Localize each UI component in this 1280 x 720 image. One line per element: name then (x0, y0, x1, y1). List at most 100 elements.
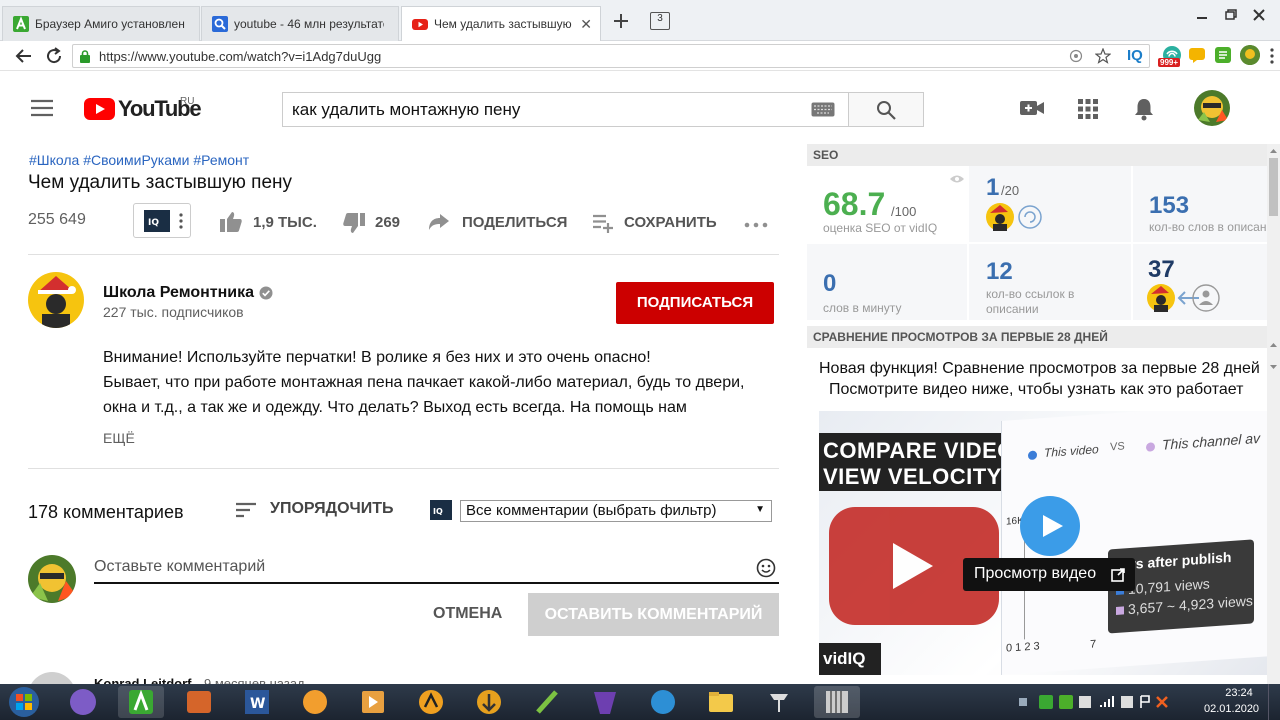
sort-comments-button[interactable]: УПОРЯДОЧИТЬ (270, 500, 394, 518)
subscribe-button[interactable]: ПОДПИСАТЬСЯ (616, 282, 774, 324)
url-field[interactable]: https://www.youtube.com/watch?v=i1Adg7du… (72, 44, 1150, 68)
play-icon (1043, 515, 1063, 537)
watch-video-button[interactable]: Просмотр видео (963, 558, 1135, 591)
compare-users-icon[interactable] (1177, 283, 1221, 313)
hamburger-menu-icon[interactable] (30, 99, 54, 117)
show-more-button[interactable]: ЕЩЁ (103, 430, 135, 446)
channel-avatar[interactable] (28, 272, 84, 328)
minimize-window-icon[interactable] (1195, 8, 1209, 22)
wifi-extension-icon[interactable]: 999+ (1158, 44, 1184, 68)
description-words-value: 153 (1149, 192, 1190, 219)
start-button[interactable] (6, 685, 42, 719)
refresh-rank-icon[interactable] (1017, 204, 1043, 230)
play-button[interactable] (1020, 496, 1080, 556)
promo-video-player[interactable]: COMPARE VIDEO VIEW VELOCITY This video V… (819, 411, 1267, 675)
page-scrollbar[interactable] (1267, 144, 1280, 684)
channel-name[interactable]: Школа Ремонтника (103, 284, 254, 302)
sort-icon[interactable] (235, 502, 257, 518)
viber-taskbar-icon[interactable] (60, 686, 106, 718)
commenter-avatar[interactable] (28, 672, 76, 684)
archive-taskbar-icon[interactable] (814, 686, 860, 718)
file-explorer-taskbar-icon[interactable] (698, 686, 744, 718)
bookmark-star-icon[interactable] (1095, 48, 1111, 64)
tab-counter-icon[interactable]: 3 (650, 12, 670, 30)
like-count[interactable]: 1,9 ТЫС. (253, 214, 317, 231)
play-triangle-icon (893, 543, 933, 589)
first-comment-header: Konrad Leitdorf 9 месяцев назад (94, 676, 305, 684)
create-video-icon[interactable] (1019, 98, 1045, 118)
rank-cell: 1 /20 (969, 166, 1131, 242)
rank-value: 1 (986, 174, 1000, 201)
tab-youtube-search[interactable]: youtube - 46 млн результатов (201, 6, 399, 41)
youtube-header: YouTube RU как удалить монтажную пену (0, 72, 1280, 144)
vidiq-video-button[interactable]: IQ (133, 203, 191, 238)
paint-taskbar-icon[interactable] (524, 686, 570, 718)
media-player-taskbar-icon[interactable] (350, 686, 396, 718)
youtube-region-label: RU (180, 96, 195, 107)
dislike-count[interactable]: 269 (375, 214, 400, 231)
tanks-game-taskbar-icon[interactable] (756, 686, 802, 718)
cancel-comment-button[interactable]: ОТМЕНА (433, 605, 502, 623)
description-links-label: кол-во ссылок в (986, 287, 1075, 301)
eye-icon[interactable] (949, 174, 965, 184)
amigo-taskbar-icon[interactable] (118, 686, 164, 718)
profile-avatar-small[interactable] (1240, 45, 1260, 65)
save-button[interactable]: СОХРАНИТЬ (624, 214, 717, 231)
back-icon[interactable] (14, 46, 34, 66)
word-taskbar-icon[interactable]: W (234, 686, 280, 718)
seo-score-cell: 68.7 /100 оценка SEO от vidIQ (807, 166, 967, 242)
youtube-logo[interactable]: YouTube RU (84, 94, 214, 124)
share-button[interactable]: ПОДЕЛИТЬСЯ (462, 214, 567, 231)
clock-time[interactable]: 23:24 (1219, 687, 1259, 699)
video-hashtags[interactable]: #Школа #СвоимиРуками #Ремонт (29, 152, 249, 168)
close-window-icon[interactable] (1252, 8, 1266, 22)
clock-date[interactable]: 02.01.2020 (1204, 703, 1259, 715)
torrent-taskbar-icon[interactable] (466, 686, 512, 718)
tab-video-active[interactable]: Чем удалить застывшую пену ✕ (401, 6, 601, 41)
reload-icon[interactable] (44, 46, 64, 66)
share-page-icon[interactable] (1069, 49, 1083, 63)
dropdown-arrow-icon: ▼ (755, 504, 765, 515)
new-tab-icon[interactable] (610, 10, 632, 32)
games-taskbar-icon[interactable] (176, 686, 222, 718)
browser-menu-icon[interactable] (1270, 48, 1274, 64)
notes-extension-icon[interactable] (1214, 46, 1232, 64)
chat-extension-icon[interactable] (1188, 46, 1206, 64)
share-arrow-icon[interactable] (428, 213, 450, 231)
words-per-minute-label: слов в минуту (823, 301, 902, 315)
notifications-bell-icon[interactable] (1133, 97, 1155, 121)
scrollbar-thumb[interactable] (1269, 158, 1278, 216)
orange-app-taskbar-icon[interactable] (292, 686, 338, 718)
more-actions-icon[interactable] (744, 222, 768, 228)
emoji-icon[interactable] (756, 558, 776, 578)
scroll-down-icon[interactable] (1270, 362, 1277, 372)
competitors-value: 37 (1148, 256, 1175, 283)
apps-grid-icon[interactable] (1077, 98, 1099, 120)
show-desktop-button[interactable] (1268, 684, 1280, 720)
keyboard-icon[interactable] (811, 102, 835, 117)
open-external-icon (1111, 568, 1125, 582)
game-launcher-taskbar-icon[interactable] (582, 686, 628, 718)
scroll-up-icon[interactable] (1270, 146, 1277, 156)
skype-taskbar-icon[interactable] (640, 686, 686, 718)
restore-window-icon[interactable] (1224, 8, 1238, 22)
search-input[interactable]: как удалить монтажную пену (282, 92, 849, 127)
comment-filter-select[interactable]: Все комментарии (выбрать фильтр) ▼ (460, 500, 772, 522)
vidiq-extension-icon[interactable]: IQ (1127, 47, 1143, 64)
svg-text:IQ: IQ (148, 218, 159, 228)
submit-comment-button[interactable]: ОСТАВИТЬ КОММЕНТАРИЙ (528, 593, 779, 636)
close-tab-icon[interactable]: ✕ (580, 16, 592, 33)
dislike-icon[interactable] (342, 212, 366, 234)
vidiq-filter-icon[interactable]: IQ (430, 500, 452, 520)
scroll-up-icon[interactable] (1270, 340, 1277, 350)
divider (28, 468, 779, 469)
aimp-taskbar-icon[interactable] (408, 686, 454, 718)
words-per-minute-cell: 0 слов в минуту (807, 244, 967, 320)
like-icon[interactable] (219, 211, 243, 233)
seo-score-label: оценка SEO от vidIQ (823, 221, 938, 235)
tab-amigo[interactable]: Браузер Амиго установлен (2, 6, 200, 41)
comment-input[interactable]: Оставьте комментарий (94, 556, 779, 584)
search-button[interactable] (848, 92, 924, 127)
add-to-playlist-icon[interactable] (592, 213, 614, 233)
account-avatar[interactable] (1194, 90, 1230, 126)
